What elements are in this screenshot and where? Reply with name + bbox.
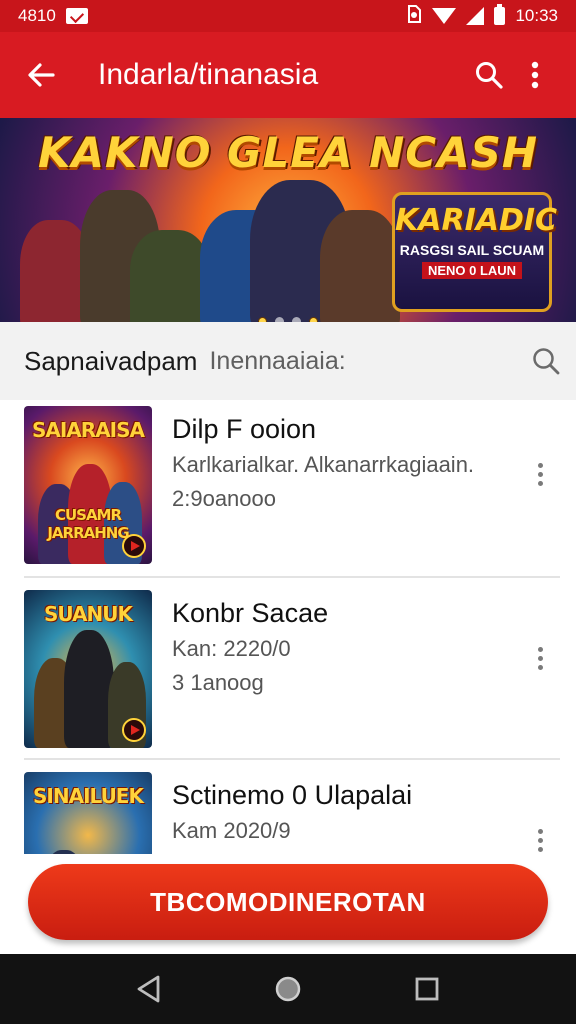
search-submit-button[interactable] [531,339,561,383]
status-right: 10:33 [406,4,558,28]
list-item[interactable]: SAIARAISA CUSAMR JARRAHNG Dilp F ooion K… [0,400,576,580]
more-vert-icon-dot [537,828,543,834]
system-nav-bar [0,954,576,1024]
battery-icon [494,4,506,25]
thumb-figure [64,630,114,748]
status-left: 4810 [18,6,88,26]
list-item[interactable]: SUANUK Konbr Sacae Kan: 2220/0 3 1anoog [0,584,576,764]
item-title: Konbr Sacae [172,598,329,628]
banner-figure [130,230,210,330]
item-title: Sctinemo 0 Ulapalai [172,780,413,810]
search-icon [476,62,503,89]
item-subtitle: Karlkarialkar. Alkanarrkagiaain. [172,452,475,477]
signal-icon [466,7,485,25]
search-bar: Sapnaivadpam [0,322,576,400]
status-time: 10:33 [515,6,558,25]
thumb-title: SAIARAISA [31,418,145,442]
item-more-button[interactable] [528,640,552,676]
search-label: Sapnaivadpam [24,345,198,376]
play-icon[interactable] [122,718,146,742]
sim-icon [406,4,422,28]
item-thumbnail[interactable]: SINAILUEK [24,772,152,854]
more-vert-icon-dot [537,471,543,477]
search-input[interactable] [209,346,532,376]
item-title: Dilp F ooion [172,414,317,444]
more-vert-icon-dot [537,655,543,661]
home-circle-icon [275,976,301,1002]
item-meta: 2:9oanooo [172,486,276,511]
app-bar: Indarla/tinanasia [0,32,576,118]
promo-banner[interactable]: KAKNO GLEA NCASH KARIADIC RASGSI SAIL SC… [0,118,576,330]
banner-title: KAKNO GLEA NCASH [37,128,538,177]
badge-title: KARIADIC [395,203,558,238]
more-vert-icon [531,61,539,89]
banner-badge: KARIADIC RASGSI SAIL SCUAM NENO 0 LAUN [392,192,558,312]
item-meta: 3 1anoog [172,670,264,695]
banner-figure [320,210,400,330]
item-more-button[interactable] [528,456,552,492]
search-icon [533,348,560,375]
item-subtitle: Kan: 2220/0 [172,636,291,661]
item-subtitle: Kam 2020/9 [172,818,291,843]
back-button[interactable] [18,52,64,98]
thumb-title: SINAILUEK [33,784,144,808]
more-options-button[interactable] [512,52,558,98]
wifi-icon [432,8,457,24]
nav-home-button[interactable] [264,965,312,1013]
game-list: SAIARAISA CUSAMR JARRAHNG Dilp F ooion K… [0,400,576,854]
back-arrow-icon [28,63,55,87]
more-vert-icon-dot [537,480,543,486]
status-left-text: 4810 [18,6,56,25]
recents-square-icon [415,977,439,1001]
thumb-title: SUANUK [44,602,133,626]
more-vert-icon-dot [537,462,543,468]
status-bar: 4810 10:33 [0,0,576,32]
app-title: Indarla/tinanasia [98,58,319,91]
item-thumbnail[interactable]: SAIARAISA CUSAMR JARRAHNG [24,406,152,564]
more-vert-icon-dot [537,646,543,652]
badge-tag: NENO 0 LAUN [421,262,523,279]
item-more-button[interactable] [528,822,552,854]
nav-recents-button[interactable] [403,965,451,1013]
primary-action-button[interactable]: TBCOMODINEROTAN [28,864,548,940]
divider [24,576,560,578]
divider [24,758,560,760]
notification-icon [65,8,88,24]
list-item[interactable]: SINAILUEK Sctinemo 0 Ulapalai Kam 2020/9 [0,766,576,854]
item-thumbnail[interactable]: SUANUK [24,590,152,748]
nav-back-button[interactable] [125,965,173,1013]
more-vert-icon-dot [537,664,543,670]
search-button[interactable] [466,52,512,98]
more-vert-icon-dot [537,837,543,843]
play-icon[interactable] [122,534,146,558]
back-triangle-icon [137,975,160,1003]
more-vert-icon-dot [537,846,543,852]
bottom-action-area: TBCOMODINEROTAN [0,854,576,954]
badge-subtitle: RASGSI SAIL SCUAM [399,242,545,258]
